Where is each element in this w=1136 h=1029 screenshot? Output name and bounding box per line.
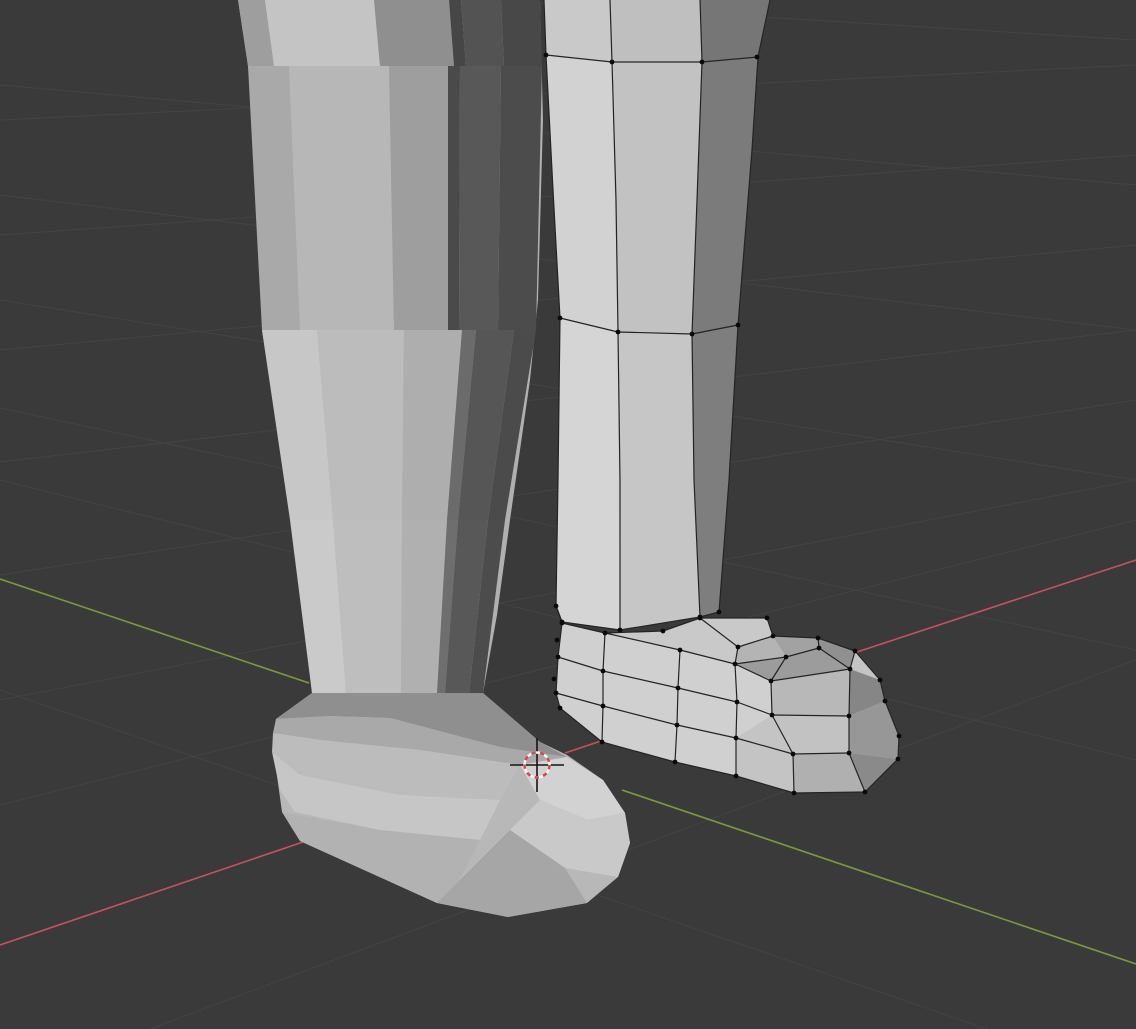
mesh-vertex[interactable] bbox=[560, 620, 565, 625]
mesh-vertex[interactable] bbox=[817, 646, 822, 651]
mesh-vertex[interactable] bbox=[601, 669, 606, 674]
mesh-face[interactable] bbox=[265, 0, 380, 66]
mesh-vertex[interactable] bbox=[603, 631, 608, 636]
blender-viewport-window bbox=[0, 0, 1136, 1029]
mesh-vertex[interactable] bbox=[771, 634, 776, 639]
mesh-vertex[interactable] bbox=[675, 723, 680, 728]
mesh-vertex[interactable] bbox=[791, 752, 796, 757]
mesh-vertex[interactable] bbox=[734, 736, 739, 741]
mesh-vertex[interactable] bbox=[556, 655, 561, 660]
mesh-vertex[interactable] bbox=[558, 316, 563, 321]
mesh-face[interactable] bbox=[618, 332, 700, 630]
mesh-vertex[interactable] bbox=[616, 330, 621, 335]
mesh-face[interactable] bbox=[389, 66, 448, 330]
mesh-vertex[interactable] bbox=[848, 667, 853, 672]
mesh-vertex[interactable] bbox=[555, 638, 560, 643]
mesh-vertex[interactable] bbox=[770, 713, 775, 718]
mesh-vertex[interactable] bbox=[690, 332, 695, 337]
mesh-face[interactable] bbox=[289, 66, 394, 330]
mesh-vertex[interactable] bbox=[734, 774, 739, 779]
mesh-vertex[interactable] bbox=[610, 60, 615, 65]
mesh-vertex[interactable] bbox=[678, 648, 683, 653]
mesh-vertex[interactable] bbox=[673, 760, 678, 765]
mesh-vertex[interactable] bbox=[736, 645, 741, 650]
mesh-face[interactable] bbox=[612, 62, 702, 334]
mesh-vertex[interactable] bbox=[661, 629, 666, 634]
mesh-vertex[interactable] bbox=[847, 714, 852, 719]
mesh-vertex[interactable] bbox=[883, 699, 888, 704]
mesh-vertex[interactable] bbox=[552, 677, 557, 682]
mesh-vertex[interactable] bbox=[765, 616, 770, 621]
mesh-vertex[interactable] bbox=[853, 649, 858, 654]
mesh-vertex[interactable] bbox=[601, 704, 606, 709]
mesh-face[interactable] bbox=[544, 0, 612, 62]
mesh-face[interactable] bbox=[610, 0, 702, 62]
mesh-face[interactable] bbox=[498, 66, 542, 330]
mesh-vertex[interactable] bbox=[544, 53, 549, 58]
mesh-face[interactable] bbox=[448, 66, 460, 330]
mesh-vertex[interactable] bbox=[733, 662, 738, 667]
viewport-canvas[interactable] bbox=[0, 0, 1136, 1029]
mesh-vertex[interactable] bbox=[792, 791, 797, 796]
mesh-vertex[interactable] bbox=[878, 678, 883, 683]
mesh-vertex[interactable] bbox=[736, 323, 741, 328]
mesh-vertex[interactable] bbox=[618, 628, 623, 633]
mesh-vertex[interactable] bbox=[735, 700, 740, 705]
mesh-vertex[interactable] bbox=[755, 55, 760, 60]
mesh-vertex[interactable] bbox=[847, 751, 852, 756]
mesh-vertex[interactable] bbox=[769, 679, 774, 684]
mesh-vertex[interactable] bbox=[896, 757, 901, 762]
mesh-face[interactable] bbox=[556, 318, 620, 630]
mesh-vertex[interactable] bbox=[600, 740, 605, 745]
mesh-vertex[interactable] bbox=[698, 615, 703, 620]
mesh-face[interactable] bbox=[461, 0, 504, 66]
mesh-vertex[interactable] bbox=[784, 655, 789, 660]
mesh-vertex[interactable] bbox=[816, 636, 821, 641]
mesh-vertex[interactable] bbox=[554, 604, 559, 609]
mesh-vertex[interactable] bbox=[554, 691, 559, 696]
mesh-vertex[interactable] bbox=[863, 790, 868, 795]
mesh-vertex[interactable] bbox=[897, 734, 902, 739]
mesh-vertex[interactable] bbox=[717, 610, 722, 615]
mesh-face[interactable] bbox=[501, 0, 542, 66]
mesh-face[interactable] bbox=[374, 0, 454, 66]
mesh-vertex[interactable] bbox=[676, 686, 681, 691]
mesh-face[interactable] bbox=[459, 66, 501, 330]
mesh-vertex[interactable] bbox=[558, 706, 563, 711]
mesh-vertex[interactable] bbox=[700, 60, 705, 65]
